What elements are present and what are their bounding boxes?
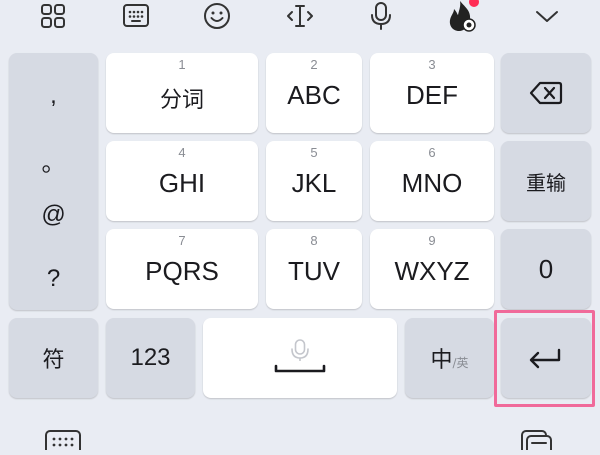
notification-dot [469,0,479,7]
key-4-ghi[interactable]: 4 GHI [106,141,258,221]
key-7-pqrs[interactable]: 7 PQRS [106,229,258,309]
collapse-keyboard-button[interactable] [525,0,569,32]
key-9-wxyz[interactable]: 9 WXYZ [370,229,494,309]
key-label: TUV [288,256,340,286]
key-1-segment[interactable]: 1 分词 [106,53,258,133]
zero-label: 0 [538,253,554,284]
symbols-button[interactable]: 符 [9,318,98,398]
key-5-jkl[interactable]: 5 JKL [266,141,362,221]
key-number: 9 [428,233,436,248]
zero-key[interactable]: 0 [501,229,591,309]
text-cursor-icon [287,5,313,27]
key-label: MNO [401,168,463,198]
clipboard-icon [521,430,552,455]
clipboard-button[interactable] [518,428,558,455]
lang-alt-label: /英 [452,355,469,370]
backspace-icon [529,81,563,105]
keyboard-layout-button[interactable] [114,0,158,32]
period-key[interactable]: 。 [9,143,98,178]
emoji-icon [204,3,230,29]
backspace-button[interactable] [501,53,591,133]
key-label: ABC [287,80,341,110]
key-2-abc[interactable]: 2 ABC [266,53,362,133]
enter-highlight-box [494,310,595,407]
chevron-down-icon [536,11,558,22]
key-label: GHI [158,168,206,198]
at-key[interactable]: @ [9,201,98,229]
keyboard-icon [123,4,149,27]
space-voice-icon [274,339,326,373]
key-label: DEF [406,80,458,110]
punctuation-column[interactable]: , 。 @ ? [9,53,98,310]
keyboard-icon [45,430,81,455]
grid-icon [41,4,65,28]
key-number: 1 [178,57,186,72]
key-label: 分词 [159,88,204,113]
retype-button[interactable]: 重输 [501,141,591,221]
retype-label: 重输 [526,170,566,195]
voice-input-button[interactable] [359,0,403,32]
key-number: 8 [310,233,318,248]
keyboard-switch-button[interactable] [44,428,84,455]
key-label: PQRS [145,256,219,286]
apps-grid-button[interactable] [31,0,75,32]
question-key[interactable]: ? [9,265,98,293]
numbers-label: 123 [130,344,171,371]
key-number: 5 [310,145,318,160]
key-number: 3 [428,57,436,72]
cursor-control-button[interactable] [278,0,322,32]
key-6-mno[interactable]: 6 MNO [370,141,494,221]
key-label: WXYZ [394,256,470,286]
numbers-button[interactable]: 123 [106,318,195,398]
flame-icon [449,0,479,32]
key-number: 6 [428,145,436,160]
keyboard-toolbar [0,0,600,34]
key-8-tuv[interactable]: 8 TUV [266,229,362,309]
comma-key[interactable]: , [9,82,98,110]
symbols-label: 符 [42,348,65,373]
key-number: 4 [178,145,186,160]
key-label: JKL [291,168,337,198]
key-number: 2 [310,57,318,72]
language-toggle-button[interactable]: 中 /英 [405,318,494,398]
space-bar[interactable] [203,318,397,398]
emoji-button[interactable] [195,0,239,32]
theme-flame-button[interactable] [440,0,484,32]
microphone-icon [371,2,391,30]
key-number: 7 [178,233,186,248]
lang-main-label: 中 [430,348,453,373]
key-3-def[interactable]: 3 DEF [370,53,494,133]
